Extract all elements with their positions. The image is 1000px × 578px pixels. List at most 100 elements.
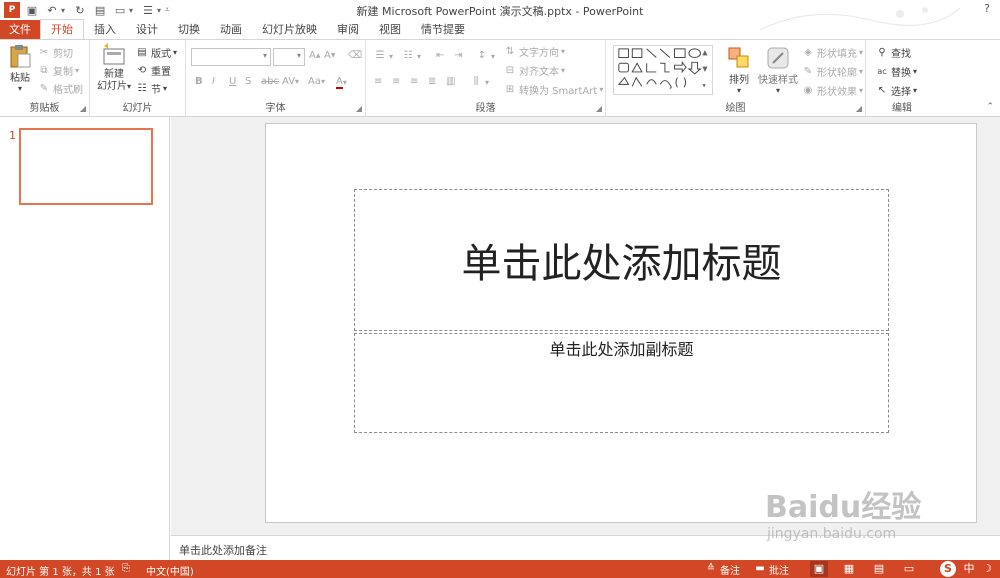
normal-view-icon[interactable]: ▣	[810, 561, 828, 577]
slide-sorter-view-icon[interactable]: ▦	[840, 561, 858, 577]
text-direction-icon: ⇅	[505, 45, 515, 57]
tab-home[interactable]: 开始	[40, 19, 84, 39]
sogou-ime-icon[interactable]: S	[940, 561, 956, 577]
shape-outline-button[interactable]: ✎ 形状轮廓 ▾	[802, 64, 863, 80]
decrease-indent-icon[interactable]: ⇤	[436, 50, 444, 61]
new-slide-button[interactable]: 新建 幻灯片▾	[96, 43, 132, 93]
paste-button[interactable]: 粘贴 ▾	[6, 43, 34, 93]
text-direction-button[interactable]: ⇅ 文字方向 ▾	[504, 44, 565, 60]
cut-button[interactable]: ✂ 剪切	[38, 45, 73, 61]
justify-icon[interactable]: ≣	[428, 76, 436, 87]
shape-effects-button[interactable]: ◉ 形状效果 ▾	[802, 83, 863, 99]
copy-button[interactable]: ⧉ 复制 ▾	[38, 63, 79, 79]
select-button[interactable]: ↖ 选择 ▾	[876, 83, 917, 99]
copy-dropdown-icon[interactable]: ▾	[75, 66, 79, 75]
font-size-combo[interactable]	[273, 48, 305, 66]
shadow-button[interactable]: S	[245, 76, 251, 87]
slideshow-view-icon[interactable]: ▭	[900, 561, 918, 577]
replace-button[interactable]: ac 替换 ▾	[876, 64, 917, 80]
distributed-icon[interactable]: ▥	[446, 76, 455, 87]
clipboard-launcher-icon[interactable]: ◢	[80, 104, 86, 113]
bold-button[interactable]: B	[195, 76, 203, 87]
reset-button[interactable]: ⟲ 重置	[136, 63, 171, 79]
align-text-button[interactable]: ⊟ 对齐文本 ▾	[504, 63, 565, 79]
paste-dropdown-icon[interactable]: ▾	[18, 84, 22, 93]
align-right-icon[interactable]: ≡	[410, 76, 418, 87]
change-case-button[interactable]: Aa ▾	[308, 76, 325, 87]
tab-storyboarding[interactable]: 情节提要	[411, 20, 475, 39]
tab-design[interactable]: 设计	[126, 20, 168, 39]
section-label: 节	[151, 85, 161, 96]
replace-label: 替换	[891, 68, 911, 79]
align-center-icon[interactable]: ≡	[392, 76, 400, 87]
collapse-ribbon-icon[interactable]: ⌃	[986, 102, 994, 112]
reset-icon: ⟲	[137, 64, 147, 76]
format-painter-label: 格式刷	[53, 85, 83, 96]
font-color-button[interactable]: A ▾	[336, 76, 347, 89]
font-name-combo[interactable]	[191, 48, 271, 66]
comments-button[interactable]: ▬ 批注	[754, 561, 789, 577]
bullets-icon: ☰	[375, 50, 385, 61]
quick-styles-icon	[767, 47, 789, 69]
copy-label: 复制	[53, 67, 73, 78]
tab-transitions[interactable]: 切换	[168, 20, 210, 39]
italic-button[interactable]: I	[212, 76, 215, 87]
drawing-launcher-icon[interactable]: ◢	[856, 104, 862, 113]
tab-insert[interactable]: 插入	[84, 20, 126, 39]
subtitle-placeholder[interactable]: 单击此处添加副标题	[354, 333, 889, 433]
strikethrough-button[interactable]: abc	[261, 76, 279, 87]
character-spacing-button[interactable]: AV ▾	[282, 76, 299, 87]
align-text-label: 对齐文本	[519, 67, 559, 78]
clipboard-group-label: 剪贴板	[29, 103, 60, 114]
tab-slideshow[interactable]: 幻灯片放映	[252, 20, 327, 39]
paragraph-group: ☰ ▾ ☷ ▾ ⇤ ⇥ ↕ ▾ ⇅ 文字方向 ▾ ⊟ 对齐文本 ▾ ⊞ 转换为 SmartArt…	[366, 40, 606, 116]
underline-button[interactable]: U	[229, 76, 236, 87]
notes-placeholder: 单击此处添加备注	[179, 544, 267, 557]
shape-fill-button[interactable]: ◈ 形状填充 ▾	[802, 45, 863, 61]
svg-text:▾: ▾	[702, 81, 706, 89]
numbering-button[interactable]: ☷ ▾	[402, 50, 422, 62]
slides-group: 新建 幻灯片▾ ▤ 版式 ▾ ⟲ 重置 ☷ 节 ▾ 幻灯片	[90, 40, 186, 116]
arrange-button[interactable]: 排列 ▾	[724, 45, 754, 95]
paragraph-launcher-icon[interactable]: ◢	[596, 104, 602, 113]
section-button[interactable]: ☷ 节 ▾	[136, 81, 168, 97]
align-left-icon[interactable]: ≡	[374, 76, 382, 87]
decrease-font-icon[interactable]: A ▼	[324, 50, 335, 61]
tab-animations[interactable]: 动画	[210, 20, 252, 39]
brush-icon: ✎	[39, 82, 49, 94]
slide-thumbnail[interactable]	[19, 128, 153, 205]
notes-button[interactable]: ≙ 备注	[705, 561, 740, 577]
format-painter-button[interactable]: ✎ 格式刷	[38, 81, 83, 97]
ime-moon-icon[interactable]: ☽	[978, 561, 996, 577]
increase-indent-icon[interactable]: ⇥	[454, 50, 462, 61]
title-placeholder[interactable]: 单击此处添加标题	[354, 189, 889, 331]
bullets-button[interactable]: ☰ ▾	[374, 50, 394, 62]
editing-group-label: 编辑	[892, 103, 912, 114]
clear-format-icon[interactable]: ⌫	[348, 50, 362, 61]
columns-button[interactable]: ⫼ ▾	[470, 76, 489, 88]
tab-review[interactable]: 审阅	[327, 20, 369, 39]
paste-label: 粘贴	[10, 73, 30, 84]
slide-canvas[interactable]: 单击此处添加标题 单击此处添加副标题	[265, 123, 977, 523]
spelling-icon[interactable]: ⎘	[122, 563, 130, 574]
align-text-icon: ⊟	[505, 64, 515, 76]
increase-font-icon[interactable]: A ▲	[309, 50, 320, 61]
line-spacing-button[interactable]: ↕ ▾	[476, 50, 495, 62]
pencil-icon: ✎	[803, 65, 813, 77]
font-launcher-icon[interactable]: ◢	[356, 104, 362, 113]
tab-file[interactable]: 文件	[0, 20, 40, 39]
find-button[interactable]: ⚲ 查找	[876, 45, 911, 61]
tab-view[interactable]: 视图	[369, 20, 411, 39]
help-button[interactable]: ?	[984, 2, 990, 15]
language-status[interactable]: 中文(中国)	[146, 563, 194, 578]
slides-group-label: 幻灯片	[122, 103, 153, 114]
layout-button[interactable]: ▤ 版式 ▾	[136, 45, 177, 61]
convert-smartart-button[interactable]: ⊞ 转换为 SmartArt ▾	[504, 82, 604, 98]
quick-styles-button[interactable]: 快速样式 ▾	[758, 45, 798, 95]
ime-chinese-icon[interactable]: 中	[960, 561, 978, 577]
scissors-icon: ✂	[39, 46, 49, 58]
shapes-gallery[interactable]: ▲ ▼ ▾	[613, 45, 713, 95]
notes-pane[interactable]: 单击此处添加备注	[171, 535, 1000, 560]
shape-fill-label: 形状填充	[817, 49, 857, 60]
reading-view-icon[interactable]: ▤	[870, 561, 888, 577]
